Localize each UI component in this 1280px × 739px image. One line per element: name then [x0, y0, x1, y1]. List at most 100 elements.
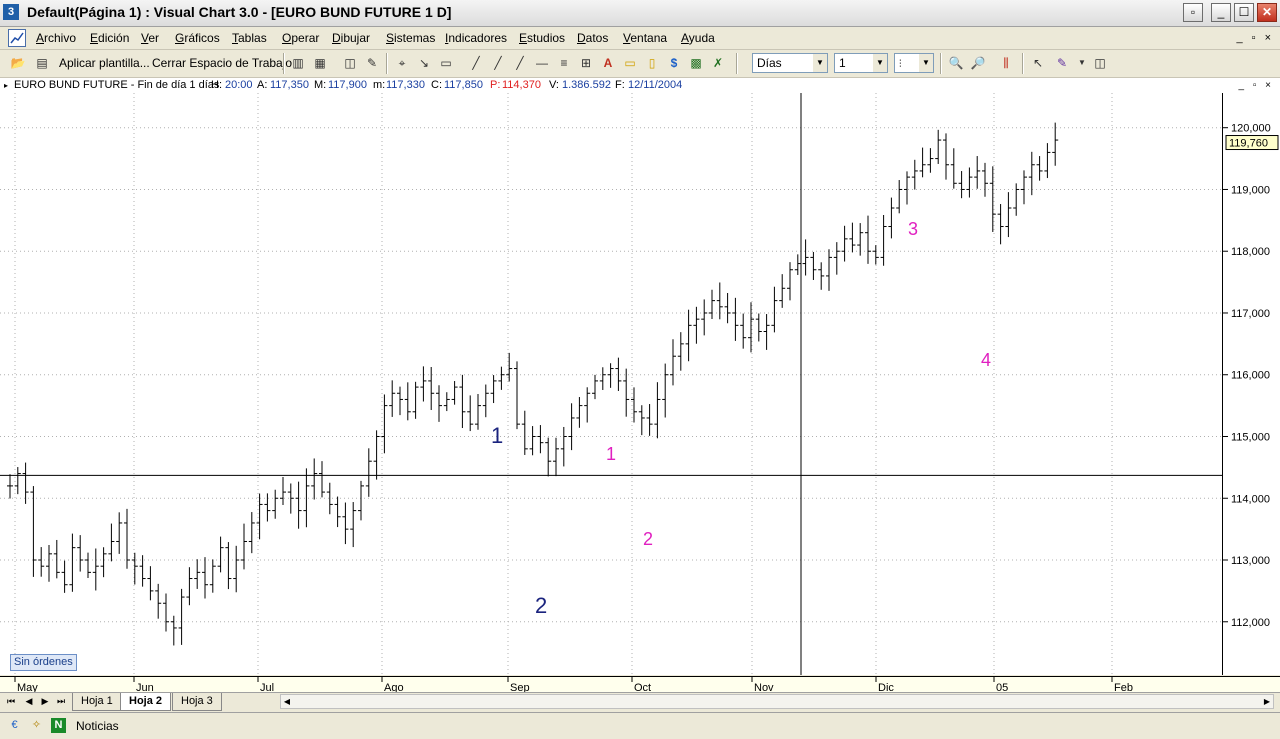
maximize-button[interactable]: ☐ [1234, 3, 1254, 22]
close-workspace-button[interactable]: Cerrar Espacio de Trabajo [152, 56, 292, 70]
news-icon[interactable]: N [51, 718, 66, 733]
rectangle-tool-icon[interactable]: ▭ [438, 55, 454, 71]
chevron-down-icon[interactable]: ▼ [1074, 55, 1090, 71]
ray-tool-icon[interactable]: ╱ [490, 55, 506, 71]
pen-color-icon[interactable]: ✎ [1054, 55, 1070, 71]
ohlc-bar [584, 387, 591, 423]
first-sheet-icon[interactable]: ⏮ [4, 694, 18, 709]
image-tool-icon[interactable]: ▩ [688, 55, 704, 71]
next-sheet-icon[interactable]: ▶ [38, 694, 52, 709]
template-icon[interactable]: ▤ [34, 55, 50, 71]
ohlc-bar [662, 363, 669, 418]
sheet-tab-hoja-2[interactable]: Hoja 2 [120, 693, 172, 711]
lines-tool-icon[interactable]: ≡ [556, 55, 572, 71]
ohlc-bar [919, 147, 926, 178]
ohlc-bar [225, 542, 232, 590]
menu-archivo[interactable]: Archivo [36, 31, 76, 45]
menu-edicion[interactable]: Edición [90, 31, 129, 45]
fibonacci-tool-icon[interactable]: ⊞ [578, 55, 594, 71]
ohlc-bar [475, 393, 481, 430]
pointer-icon[interactable]: ↖ [1030, 55, 1046, 71]
mdi-window-controls[interactable]: _ ▫ × [1236, 32, 1274, 44]
bar-chart-icon[interactable]: ▥ [290, 55, 306, 71]
open-folder-icon[interactable]: 📂 [10, 55, 26, 71]
menu-tablas[interactable]: Tablas [232, 31, 267, 45]
cursor-tool-icon[interactable]: ⌖ [394, 55, 410, 71]
menu-graficos[interactable]: Gráficos [175, 31, 220, 45]
menu-datos[interactable]: Datos [577, 31, 608, 45]
ohlc-bar [77, 535, 84, 572]
note-tool-icon[interactable]: ▯ [644, 55, 660, 71]
ohlc-bar [116, 512, 123, 554]
close-button[interactable]: ✕ [1257, 3, 1277, 22]
horizontal-scrollbar[interactable]: ◀ ▶ [280, 694, 1274, 709]
info-high: 117,900 [328, 79, 367, 91]
label-tool-icon[interactable]: ▭ [622, 55, 638, 71]
ohlc-bar [436, 385, 442, 422]
price-axis[interactable]: 112,000 113,000 114,000 115,000 116,000 117,0… [1222, 93, 1280, 675]
menu-sistemas[interactable]: Sistemas [386, 31, 435, 45]
ohlc-bar [147, 566, 154, 601]
orders-status-badge[interactable]: Sin órdenes [10, 654, 77, 671]
horizontal-line-icon[interactable]: — [534, 55, 550, 71]
menu-ventana[interactable]: Ventana [623, 31, 667, 45]
scroll-right-icon[interactable]: ▶ [1261, 695, 1273, 708]
menu-indicadores[interactable]: Indicadores [445, 31, 507, 45]
toolbar-separator [736, 53, 738, 74]
ohlc-bar [482, 384, 489, 418]
ohlc-bar [677, 332, 684, 371]
ohlc-bar [381, 394, 388, 454]
period-select[interactable]: Días ▼ [752, 53, 828, 73]
channel-tool-icon[interactable]: ╱ [512, 55, 528, 71]
ohlc-bar [412, 381, 419, 419]
alert-icon[interactable]: ✎ [364, 55, 380, 71]
indicator-icon[interactable]: ⫼ [998, 55, 1014, 71]
euro-icon[interactable]: € [7, 718, 22, 733]
candle-chart-icon[interactable]: ▦ [312, 55, 328, 71]
price-axis-scale: 112,000 113,000 114,000 115,000 116,000 117,0… [1223, 123, 1279, 629]
apply-template-button[interactable]: Aplicar plantilla... [59, 56, 150, 70]
chart-plot-area[interactable]: 1 2 1 2 3 4 [0, 93, 1222, 675]
scroll-left-icon[interactable]: ◀ [281, 695, 293, 708]
visual-chart-icon[interactable]: 3 [3, 4, 19, 20]
erase-tool-icon[interactable]: ✗ [710, 55, 726, 71]
restore-window-button[interactable]: ▫ [1183, 3, 1203, 22]
status-bar: € ✧ N Noticias [0, 712, 1280, 739]
ohlc-bar [22, 462, 29, 504]
menu-operar[interactable]: Operar [282, 31, 319, 45]
chart-window-controls[interactable]: _ ▫ × [1238, 78, 1274, 93]
zoom-out-icon[interactable]: 🔍 [948, 55, 964, 71]
split-view-icon[interactable]: ◫ [1092, 55, 1108, 71]
sheet-tab-hoja-3[interactable]: Hoja 3 [172, 693, 222, 711]
ohlc-bar [178, 588, 185, 645]
ohlc-bar [904, 171, 910, 205]
ohlc-bar [810, 251, 817, 280]
last-sheet-icon[interactable]: ⏭ [54, 694, 68, 709]
trend-tool-icon[interactable]: ↘ [416, 55, 432, 71]
ohlc-bar [420, 366, 427, 402]
news-label[interactable]: Noticias [76, 719, 119, 733]
line-tool-icon[interactable]: ╱ [468, 55, 484, 71]
menu-ayuda[interactable]: Ayuda [681, 31, 715, 45]
price-chart[interactable]: 1 2 1 2 3 4 [0, 93, 1222, 675]
pointer-alert-icon[interactable]: ✧ [29, 718, 44, 733]
expand-arrow-icon[interactable]: ▸ [4, 78, 8, 93]
period-select-value: Días [757, 56, 782, 70]
portfolio-icon[interactable]: ◫ [342, 55, 358, 71]
text-tool-icon[interactable]: A [600, 55, 616, 71]
sheet-tab-hoja-1[interactable]: Hoja 1 [72, 693, 122, 711]
date-axis[interactable]: May Jun Jul Ago Sep Oct Nov Dic 05 Feb [0, 676, 1280, 694]
prev-sheet-icon[interactable]: ◀ [22, 694, 36, 709]
minimize-button[interactable]: _ [1211, 3, 1231, 22]
zoom-in-icon[interactable]: 🔎 [970, 55, 986, 71]
menu-dibujar[interactable]: Dibujar [332, 31, 370, 45]
chart-type-select[interactable]: ⫶ ▼ [894, 53, 934, 73]
chevron-down-icon: ▼ [813, 54, 827, 72]
dollar-icon[interactable]: $ [666, 55, 682, 71]
ohlc-bar [358, 480, 364, 521]
price-tick-label: 116,000 [1231, 370, 1270, 382]
menu-ver[interactable]: Ver [141, 31, 159, 45]
chart-document-icon[interactable] [8, 29, 26, 47]
menu-estudios[interactable]: Estudios [519, 31, 565, 45]
period-value-select[interactable]: 1 ▼ [834, 53, 888, 73]
